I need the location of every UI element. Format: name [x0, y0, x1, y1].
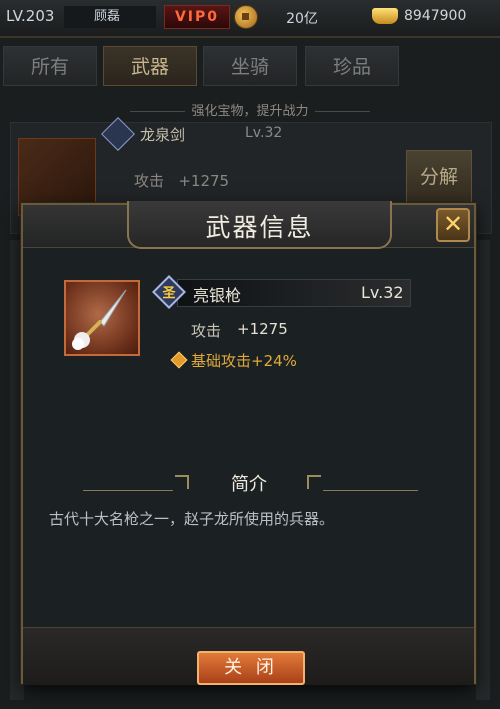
list-item-name: 龙泉剑	[140, 126, 186, 144]
gold-ingot-icon	[372, 8, 398, 24]
ornament-left-icon	[175, 475, 189, 489]
diamond-bullet-icon	[170, 351, 188, 369]
intro-heading: 简介	[231, 474, 267, 495]
ingot-amount: 8947900	[404, 8, 467, 24]
player-name: 顾磊	[64, 6, 156, 28]
close-button[interactable]: 关 闭	[197, 651, 305, 685]
tab-weapons[interactable]: 武器	[103, 46, 197, 86]
divider-right	[323, 490, 418, 491]
attack-value: +1275	[178, 172, 230, 190]
split-button[interactable]: 分解	[406, 150, 472, 204]
player-level: LV.203	[6, 7, 55, 25]
coin-icon	[234, 5, 258, 29]
item-level: Lv.32	[361, 283, 404, 302]
weapon-info-dialog: 武器信息 ✕ 圣 亮银枪 Lv.32 攻击 +1275 基础攻击+24% 简介 …	[21, 201, 476, 685]
coin-amount: 20亿	[286, 11, 318, 27]
crossed-swords-close-icon[interactable]: ✕	[436, 208, 470, 242]
spear-icon	[64, 280, 140, 356]
tab-all[interactable]: 所有	[3, 46, 97, 86]
list-item-level: Lv.32	[245, 125, 283, 141]
attack-value: +1275	[237, 320, 288, 338]
item-name: 亮银枪	[193, 286, 242, 305]
attack-label: 攻击	[191, 322, 222, 340]
vip-badge[interactable]: VIP0	[164, 5, 230, 29]
list-item-attack: 攻击 +1275	[134, 170, 229, 191]
dialog-title: 武器信息	[205, 213, 314, 242]
tab-mounts[interactable]: 坐骑	[203, 46, 297, 86]
divider-left	[83, 490, 173, 491]
subtitle-text: 强化宝物，提升战力	[191, 104, 309, 119]
tier-label: 圣	[162, 286, 176, 301]
ornament-right-icon	[307, 475, 321, 489]
top-status-bar: LV.203 顾磊 VIP0 20亿 8947900	[0, 0, 500, 38]
tab-treasures[interactable]: 珍品	[305, 46, 399, 86]
list-background-right	[476, 240, 490, 700]
item-description: 古代十大名枪之一，赵子龙所使用的兵器。	[49, 510, 335, 528]
attack-label: 攻击	[134, 172, 165, 190]
section-subtitle: 强化宝物，提升战力	[100, 100, 400, 119]
bonus-attribute: 基础攻击+24%	[191, 352, 297, 370]
